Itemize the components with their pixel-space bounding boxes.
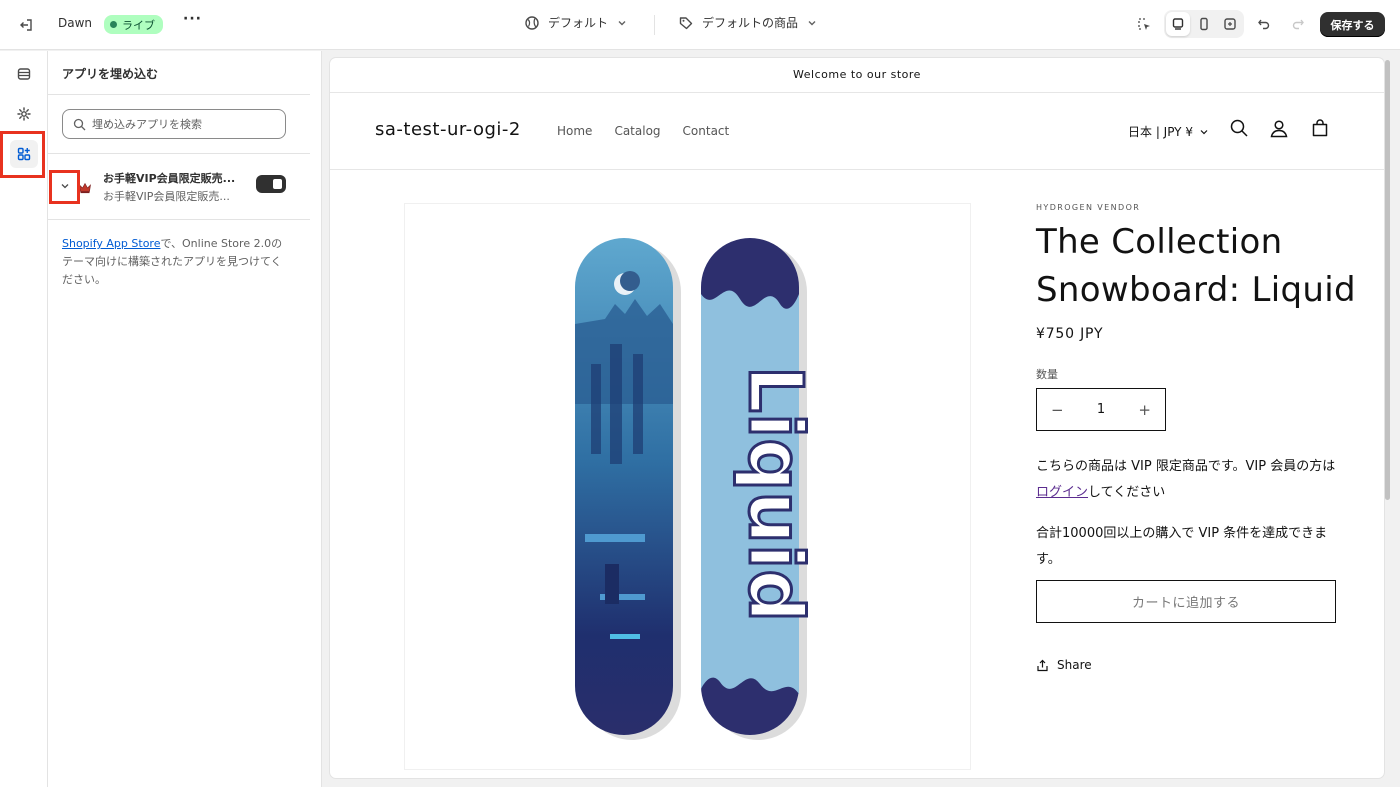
store-name[interactable]: sa-test-ur-ogi-2 bbox=[375, 119, 521, 140]
app-embed-toggle[interactable] bbox=[256, 175, 286, 193]
app-embed-row: お手軽VIP会員限定販売... お手軽VIP会員限定販売... bbox=[48, 161, 310, 211]
nav-item-home[interactable]: Home bbox=[557, 124, 592, 138]
divider bbox=[48, 94, 310, 95]
chevron-down-icon bbox=[1200, 129, 1208, 134]
template-selector-label: デフォルト bbox=[548, 16, 609, 30]
live-badge: ライブ bbox=[104, 15, 163, 34]
mobile-view-icon[interactable] bbox=[1192, 12, 1216, 36]
account-icon[interactable] bbox=[1269, 118, 1289, 142]
minus-icon[interactable]: − bbox=[1051, 401, 1064, 419]
share-icon bbox=[1037, 659, 1048, 671]
nav-item-contact[interactable]: Contact bbox=[683, 124, 730, 138]
sidebar-rail bbox=[0, 51, 48, 787]
add-to-cart-button[interactable]: カートに追加する bbox=[1036, 580, 1336, 623]
store-preview: Welcome to our store sa-test-ur-ogi-2 Ho… bbox=[330, 58, 1384, 778]
fullscreen-view-icon[interactable] bbox=[1218, 12, 1242, 36]
crown-icon bbox=[78, 179, 92, 198]
settings-gear-icon[interactable] bbox=[10, 100, 38, 128]
quantity-stepper: − 1 + bbox=[1036, 388, 1166, 431]
app-subtitle: お手軽VIP会員限定販売... bbox=[103, 190, 230, 203]
theme-name: Dawn bbox=[58, 16, 93, 30]
login-link[interactable]: ログイン bbox=[1036, 485, 1088, 500]
app-search-input[interactable] bbox=[92, 117, 272, 131]
main-nav: Home Catalog Contact bbox=[557, 124, 729, 138]
shopify-app-store-link[interactable]: Shopify App Store bbox=[62, 237, 160, 250]
store-header: sa-test-ur-ogi-2 Home Catalog Contact 日本… bbox=[330, 93, 1384, 170]
expand-chevron-icon[interactable] bbox=[54, 175, 76, 197]
product-selector-label: デフォルトの商品 bbox=[702, 16, 799, 30]
product-price: ¥750 JPY bbox=[1036, 326, 1104, 342]
vip-message: こちらの商品は VIP 限定商品です。VIP 会員の方はログインしてください bbox=[1036, 454, 1336, 506]
app-search-field[interactable] bbox=[62, 109, 286, 139]
quantity-label: 数量 bbox=[1036, 368, 1058, 381]
vip-text-before: こちらの商品は VIP 限定商品です。VIP 会員の方は bbox=[1036, 459, 1336, 474]
divider bbox=[654, 15, 655, 35]
chevron-down-icon bbox=[618, 20, 626, 25]
desktop-view-icon[interactable] bbox=[1166, 12, 1190, 36]
more-actions-button[interactable]: ··· bbox=[183, 11, 202, 27]
search-icon[interactable] bbox=[1229, 118, 1249, 142]
vip-condition: 合計10000回以上の購入で VIP 条件を達成できます。 bbox=[1036, 526, 1328, 567]
redo-icon[interactable] bbox=[1284, 10, 1312, 38]
search-icon bbox=[73, 118, 86, 130]
panel-title: アプリを埋め込む bbox=[62, 67, 159, 81]
exit-icon[interactable] bbox=[12, 11, 40, 39]
view-tools bbox=[1130, 10, 1312, 38]
tag-icon bbox=[679, 16, 693, 29]
cart-icon[interactable] bbox=[1310, 118, 1330, 142]
divider bbox=[48, 153, 310, 154]
globe-icon bbox=[525, 15, 539, 30]
svg-text:Liquid: Liquid bbox=[732, 366, 818, 623]
product-selector[interactable]: デフォルトの商品 bbox=[678, 14, 818, 31]
device-view-group bbox=[1164, 10, 1244, 38]
share-label: Share bbox=[1057, 658, 1092, 672]
editor-topbar: Dawn ライブ ··· デフォルト デフォルトの商品 保存する bbox=[0, 0, 1400, 50]
save-button[interactable]: 保存する bbox=[1320, 12, 1385, 37]
product-title: The Collection Snowboard: Liquid bbox=[1036, 222, 1356, 310]
share-button[interactable]: Share bbox=[1036, 658, 1092, 672]
locale-label: 日本 | JPY ¥ bbox=[1128, 125, 1193, 139]
product-image[interactable]: Liquid bbox=[404, 203, 971, 770]
app-name: お手軽VIP会員限定販売... bbox=[103, 172, 236, 185]
preview-scrollbar[interactable] bbox=[1384, 58, 1392, 508]
app-embeds-icon[interactable] bbox=[10, 140, 38, 168]
chevron-down-icon bbox=[808, 20, 816, 25]
snowboard-image: Liquid bbox=[575, 238, 820, 740]
live-label: ライブ bbox=[122, 18, 155, 32]
nav-item-catalog[interactable]: Catalog bbox=[614, 124, 660, 138]
inspector-icon[interactable] bbox=[1130, 10, 1158, 38]
sections-icon[interactable] bbox=[10, 60, 38, 88]
app-embeds-panel: アプリを埋め込む お手軽VIP会員限定販売... お手軽VIP会員限定販売...… bbox=[48, 51, 322, 787]
live-dot-icon bbox=[110, 21, 117, 28]
divider bbox=[48, 219, 310, 220]
product-vendor: HYDROGEN VENDOR bbox=[1036, 203, 1141, 212]
plus-icon[interactable]: + bbox=[1138, 401, 1151, 419]
vip-text-after: してください bbox=[1088, 485, 1166, 500]
locale-selector[interactable]: 日本 | JPY ¥ bbox=[1128, 123, 1209, 140]
template-selector[interactable]: デフォルト bbox=[524, 14, 628, 31]
announcement-bar: Welcome to our store bbox=[330, 58, 1384, 93]
quantity-value[interactable]: 1 bbox=[1097, 402, 1105, 417]
undo-icon[interactable] bbox=[1250, 10, 1278, 38]
help-text: Shopify App Storeで、Online Store 2.0のテーマ向… bbox=[62, 235, 284, 289]
